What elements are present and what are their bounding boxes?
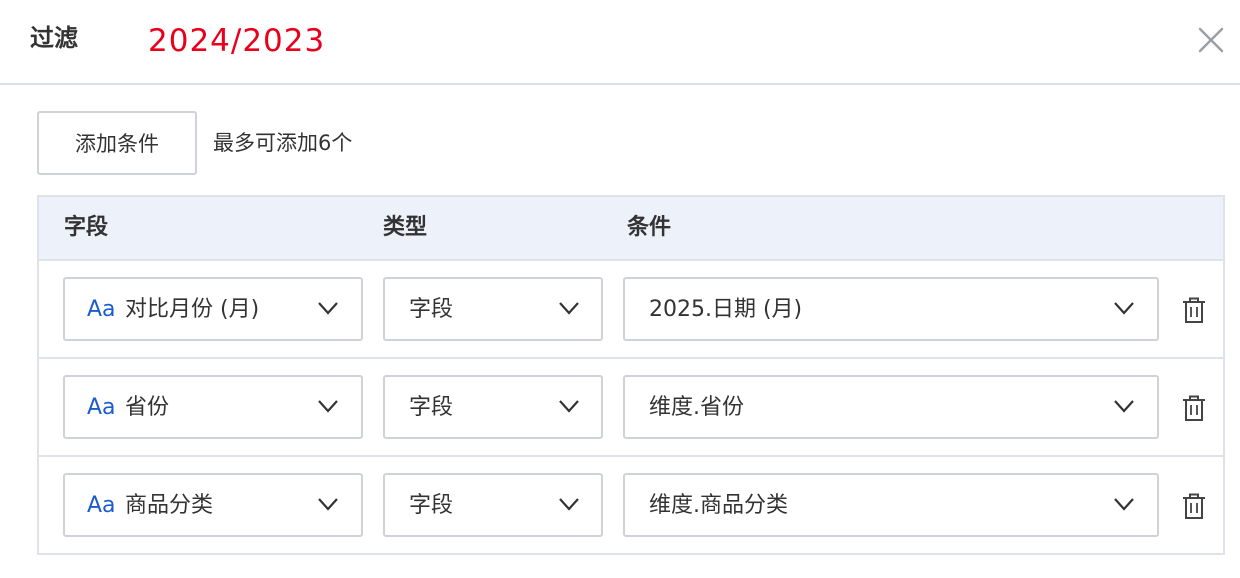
condition-select-value: 维度.省份 xyxy=(649,395,744,420)
table-row: Aa 商品分类 字段 维度.商品分类 xyxy=(39,457,1223,555)
table-row: Aa 省份 字段 维度.省份 xyxy=(39,359,1223,457)
field-select[interactable]: Aa 商品分类 xyxy=(63,473,363,537)
chevron-down-icon xyxy=(559,400,579,413)
chevron-down-icon xyxy=(318,498,338,511)
close-icon[interactable] xyxy=(1194,23,1228,57)
column-header-condition: 条件 xyxy=(627,215,672,240)
dialog-subtitle: 2024/2023 xyxy=(148,23,326,59)
field-select-value: 省份 xyxy=(125,395,170,420)
trash-icon[interactable] xyxy=(1181,394,1207,422)
filter-table: 字段 类型 条件 Aa 对比月份 (月) 字段 2025.日期 (月) Aa 省… xyxy=(37,195,1225,555)
column-header-type: 类型 xyxy=(383,215,428,240)
chevron-down-icon xyxy=(318,400,338,413)
condition-select-value: 维度.商品分类 xyxy=(649,493,788,518)
condition-select[interactable]: 维度.省份 xyxy=(623,375,1159,439)
type-select[interactable]: 字段 xyxy=(383,473,603,537)
text-field-icon: Aa xyxy=(87,395,116,420)
dialog-header: 过滤 2024/2023 xyxy=(0,0,1240,85)
type-select-value: 字段 xyxy=(409,297,454,322)
field-select[interactable]: Aa 对比月份 (月) xyxy=(63,277,363,341)
field-select[interactable]: Aa 省份 xyxy=(63,375,363,439)
trash-icon[interactable] xyxy=(1181,492,1207,520)
condition-select[interactable]: 维度.商品分类 xyxy=(623,473,1159,537)
type-select[interactable]: 字段 xyxy=(383,277,603,341)
add-condition-button[interactable]: 添加条件 xyxy=(37,111,197,175)
column-header-field: 字段 xyxy=(64,215,109,240)
type-select[interactable]: 字段 xyxy=(383,375,603,439)
type-select-value: 字段 xyxy=(409,395,454,420)
dialog-title: 过滤 xyxy=(30,24,78,52)
condition-select-value: 2025.日期 (月) xyxy=(649,297,803,322)
chevron-down-icon xyxy=(1114,498,1134,511)
chevron-down-icon xyxy=(559,302,579,315)
field-select-value: 商品分类 xyxy=(125,493,214,518)
chevron-down-icon xyxy=(318,302,338,315)
table-header: 字段 类型 条件 xyxy=(39,197,1223,261)
type-select-value: 字段 xyxy=(409,493,454,518)
text-field-icon: Aa xyxy=(87,493,116,518)
chevron-down-icon xyxy=(559,498,579,511)
field-select-value: 对比月份 (月) xyxy=(125,297,260,322)
add-limit-hint: 最多可添加6个 xyxy=(213,131,353,155)
chevron-down-icon xyxy=(1114,302,1134,315)
table-row: Aa 对比月份 (月) 字段 2025.日期 (月) xyxy=(39,261,1223,359)
trash-icon[interactable] xyxy=(1181,296,1207,324)
condition-select[interactable]: 2025.日期 (月) xyxy=(623,277,1159,341)
text-field-icon: Aa xyxy=(87,297,116,322)
chevron-down-icon xyxy=(1114,400,1134,413)
